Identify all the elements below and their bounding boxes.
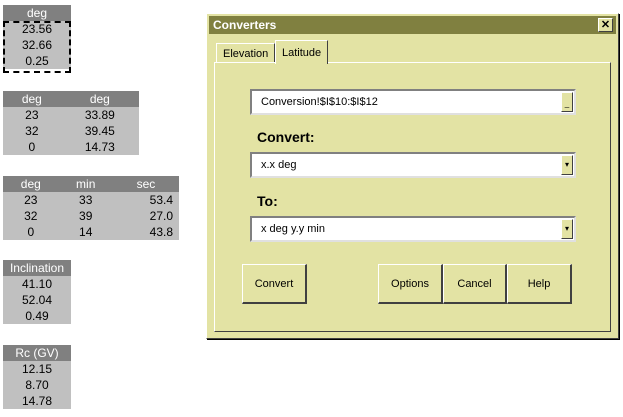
- tab-label: Elevation: [223, 47, 269, 60]
- header-cell[interactable]: Inclination: [3, 260, 71, 276]
- cell[interactable]: 27.0: [112, 208, 179, 224]
- cell[interactable]: 23: [3, 107, 61, 123]
- underscore-icon: _: [564, 99, 570, 108]
- header-cell[interactable]: Rc (GV): [3, 345, 71, 361]
- cancel-button[interactable]: Cancel: [443, 264, 507, 304]
- dialog-title: Converters: [213, 18, 277, 32]
- button-label: Options: [391, 277, 429, 290]
- cell[interactable]: 32: [3, 208, 59, 224]
- chevron-down-icon: ▾: [564, 224, 569, 233]
- cell[interactable]: 8.70: [3, 377, 71, 393]
- convert-button[interactable]: Convert: [242, 264, 307, 304]
- tab-latitude[interactable]: Latitude: [275, 40, 329, 64]
- collapse-range-button[interactable]: _: [561, 92, 573, 112]
- cell[interactable]: 23: [3, 192, 59, 208]
- header-cell[interactable]: sec: [112, 176, 179, 192]
- cell[interactable]: 39.45: [60, 123, 139, 139]
- cell[interactable]: 33: [58, 192, 113, 208]
- deg-deg-table: deg deg 23 33.89 32 39.45 0 14.73: [3, 91, 139, 155]
- cell[interactable]: 0: [3, 224, 59, 240]
- convert-label: Convert:: [257, 129, 315, 145]
- close-button[interactable]: ✕: [598, 18, 613, 32]
- range-input[interactable]: Conversion!$I$10:$I$12 _: [250, 89, 576, 115]
- cell[interactable]: 41.10: [3, 276, 71, 292]
- button-label: Cancel: [457, 277, 492, 290]
- convert-from-select[interactable]: x.x deg ▾: [250, 152, 576, 178]
- help-button[interactable]: Help: [507, 264, 572, 304]
- header-cell[interactable]: deg: [60, 91, 139, 107]
- header-cell[interactable]: deg: [3, 176, 59, 192]
- rc-table: Rc (GV) 12.15 8.70 14.78: [3, 345, 71, 409]
- header-cell[interactable]: min: [58, 176, 113, 192]
- convert-to-select[interactable]: x deg y.y min ▾: [250, 216, 576, 242]
- cell[interactable]: 52.04: [3, 292, 71, 308]
- inclination-table: Inclination 41.10 52.04 0.49: [3, 260, 71, 324]
- convert-from-value: x.x deg: [261, 159, 297, 171]
- cell[interactable]: 14: [58, 224, 113, 240]
- to-label: To:: [257, 193, 278, 209]
- cell[interactable]: 14.78: [3, 393, 71, 409]
- close-icon: ✕: [600, 18, 611, 31]
- converters-dialog: Converters ✕ Elevation Latitude Conversi…: [206, 13, 619, 339]
- header-cell[interactable]: deg: [3, 5, 71, 21]
- button-label: Help: [527, 277, 551, 290]
- tab-elevation[interactable]: Elevation: [216, 43, 276, 63]
- cell[interactable]: 32.66: [3, 37, 71, 53]
- cell[interactable]: 12.15: [3, 361, 71, 377]
- dropdown-button[interactable]: ▾: [561, 219, 573, 239]
- dialog-titlebar[interactable]: Converters ✕: [209, 16, 616, 34]
- cell[interactable]: 0.49: [3, 308, 71, 324]
- deg-table: deg 23.56 32.66 0.25: [3, 5, 71, 69]
- deg-min-sec-table: deg min sec 23 33 53.4 32 39 27.0 0 14 4…: [3, 176, 179, 240]
- cell[interactable]: 23.56: [3, 21, 71, 37]
- cell[interactable]: 39: [58, 208, 113, 224]
- cell[interactable]: 32: [3, 123, 61, 139]
- cell[interactable]: 0: [3, 139, 61, 155]
- cell[interactable]: 33.89: [60, 107, 139, 123]
- cell[interactable]: 53.4: [112, 192, 179, 208]
- chevron-down-icon: ▾: [564, 160, 569, 169]
- cell[interactable]: 14.73: [60, 139, 139, 155]
- dropdown-button[interactable]: ▾: [561, 155, 573, 175]
- cell[interactable]: 43.8: [112, 224, 179, 240]
- options-button[interactable]: Options: [378, 264, 443, 304]
- tab-label: Latitude: [282, 46, 322, 59]
- range-value: Conversion!$I$10:$I$12: [261, 96, 378, 108]
- header-cell[interactable]: deg: [3, 91, 61, 107]
- cell[interactable]: 0.25: [3, 53, 71, 69]
- button-label: Convert: [254, 277, 294, 290]
- convert-to-value: x deg y.y min: [261, 223, 325, 235]
